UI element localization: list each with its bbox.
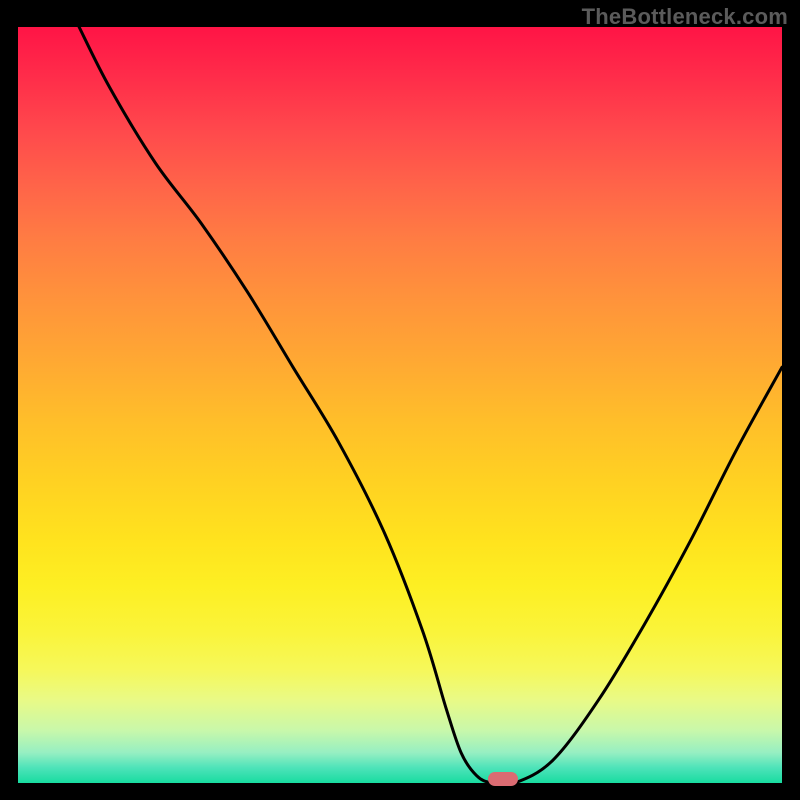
chart-frame: TheBottleneck.com bbox=[0, 0, 800, 800]
plot-area bbox=[18, 27, 782, 783]
watermark-text: TheBottleneck.com bbox=[582, 4, 788, 30]
optimal-point-marker bbox=[488, 772, 518, 786]
bottleneck-curve bbox=[18, 27, 782, 783]
